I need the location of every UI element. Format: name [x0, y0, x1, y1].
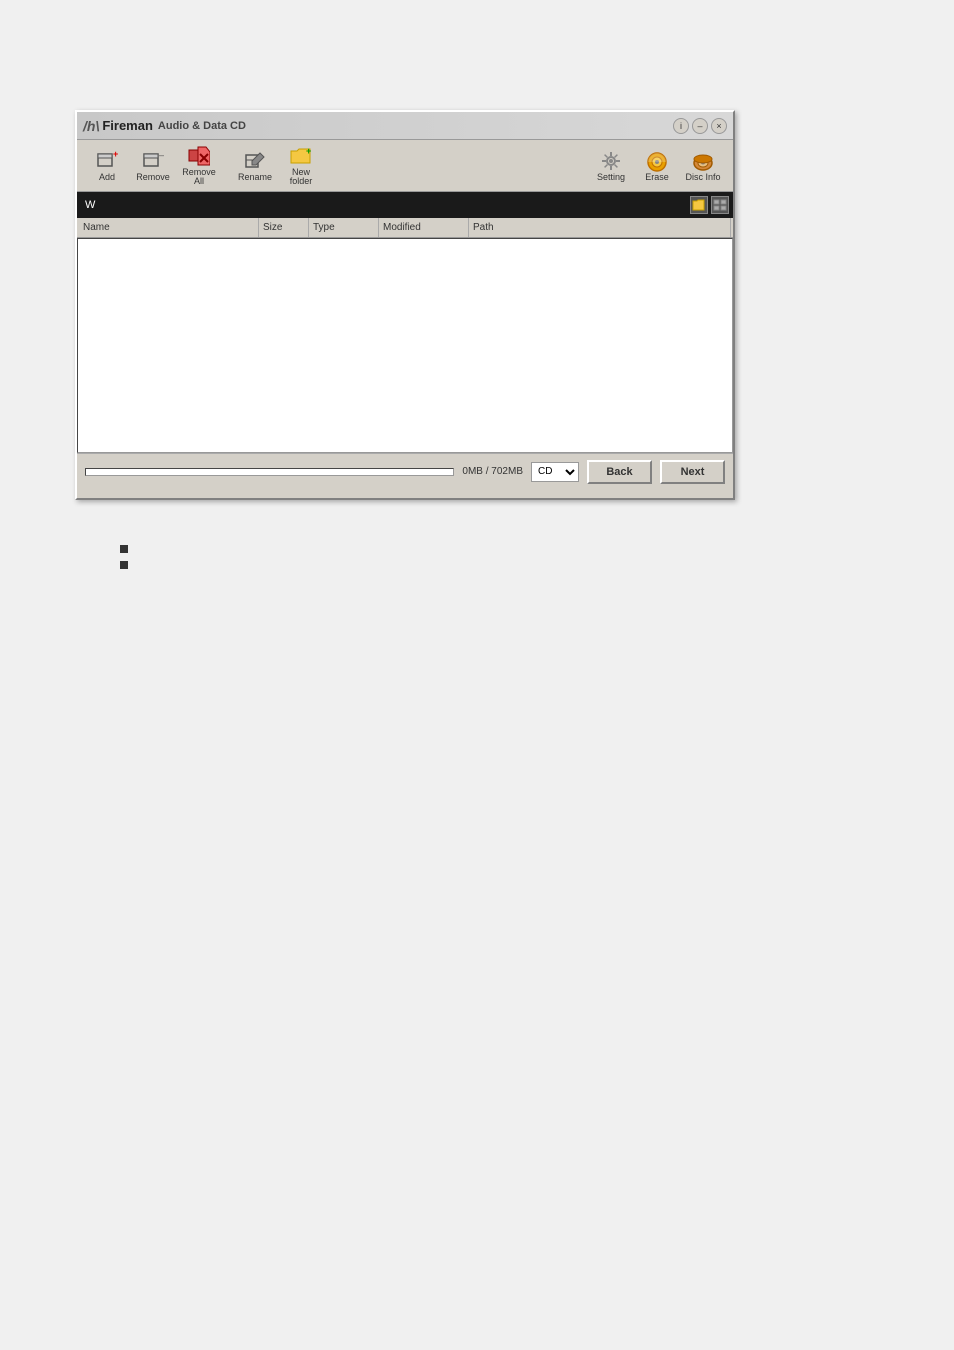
add-label: Add [99, 173, 115, 182]
toolbar-right: Setting Erase [589, 147, 725, 185]
erase-label: Erase [645, 173, 669, 182]
setting-button[interactable]: Setting [589, 147, 633, 185]
erase-icon [645, 150, 669, 172]
erase-button[interactable]: Erase [635, 147, 679, 185]
bullet-list [120, 545, 136, 577]
remove-all-button[interactable]: Remove All [177, 142, 221, 189]
remove-all-label: Remove All [180, 168, 218, 186]
address-icons [690, 196, 729, 214]
rename-label: Rename [238, 173, 272, 182]
logo-slash-icon: /h\ [83, 118, 99, 134]
folder-browse-icon[interactable] [690, 196, 708, 214]
col-header-modified[interactable]: Modified [379, 218, 469, 237]
progress-bar [85, 468, 454, 476]
svg-text:–: – [159, 151, 164, 160]
new-folder-button[interactable]: + New folder [279, 142, 323, 189]
app-name: Fireman [102, 118, 153, 133]
rename-button[interactable]: Rename [233, 147, 277, 185]
new-folder-label: New folder [282, 168, 320, 186]
view-icon[interactable] [711, 196, 729, 214]
remove-label: Remove [136, 173, 170, 182]
next-button[interactable]: Next [660, 460, 725, 484]
setting-label: Setting [597, 173, 625, 182]
disc-type-select[interactable]: CD DVD BD [531, 462, 579, 482]
toolbar-group-files: + Add – Remove [85, 142, 221, 189]
title-bar-buttons: i – × [673, 118, 727, 134]
bullet-icon-1 [120, 545, 128, 553]
title-bar-left: /h\ Fireman Audio & Data CD [83, 118, 246, 134]
add-icon: + [95, 150, 119, 172]
remove-button[interactable]: – Remove [131, 147, 175, 185]
application-window: /h\ Fireman Audio & Data CD i – × + [75, 110, 735, 500]
address-bar [77, 192, 733, 218]
close-button[interactable]: × [711, 118, 727, 134]
remove-all-icon [187, 145, 211, 167]
file-list[interactable] [77, 238, 733, 453]
col-header-name[interactable]: Name [79, 218, 259, 237]
address-input[interactable] [81, 195, 684, 215]
disc-info-button[interactable]: Disc Info [681, 147, 725, 185]
toolbar-group-edit: Rename + New folder [233, 142, 323, 189]
minimize-button[interactable]: – [692, 118, 708, 134]
setting-icon [599, 150, 623, 172]
remove-icon: – [141, 150, 165, 172]
svg-text:+: + [113, 151, 118, 159]
capacity-text: 0MB / 702MB [462, 466, 523, 477]
svg-text:+: + [306, 146, 311, 156]
add-button[interactable]: + Add [85, 147, 129, 185]
title-bar: /h\ Fireman Audio & Data CD i – × [77, 112, 733, 140]
col-header-type[interactable]: Type [309, 218, 379, 237]
bullet-icon-2 [120, 561, 128, 569]
app-logo: /h\ Fireman Audio & Data CD [83, 118, 246, 134]
new-folder-icon: + [289, 145, 313, 167]
col-header-size[interactable]: Size [259, 218, 309, 237]
col-header-path[interactable]: Path [469, 218, 731, 237]
app-subtitle: Audio & Data CD [158, 120, 246, 132]
column-headers: Name Size Type Modified Path [77, 218, 733, 238]
disc-info-icon [691, 150, 715, 172]
bullet-item-2 [120, 561, 136, 569]
disc-info-label: Disc Info [685, 173, 720, 182]
info-button[interactable]: i [673, 118, 689, 134]
footer-bar: 0MB / 702MB CD DVD BD Back Next [77, 453, 733, 489]
bullet-item-1 [120, 545, 136, 553]
rename-icon [243, 150, 267, 172]
back-button[interactable]: Back [587, 460, 652, 484]
toolbar: + Add – Remove [77, 140, 733, 192]
